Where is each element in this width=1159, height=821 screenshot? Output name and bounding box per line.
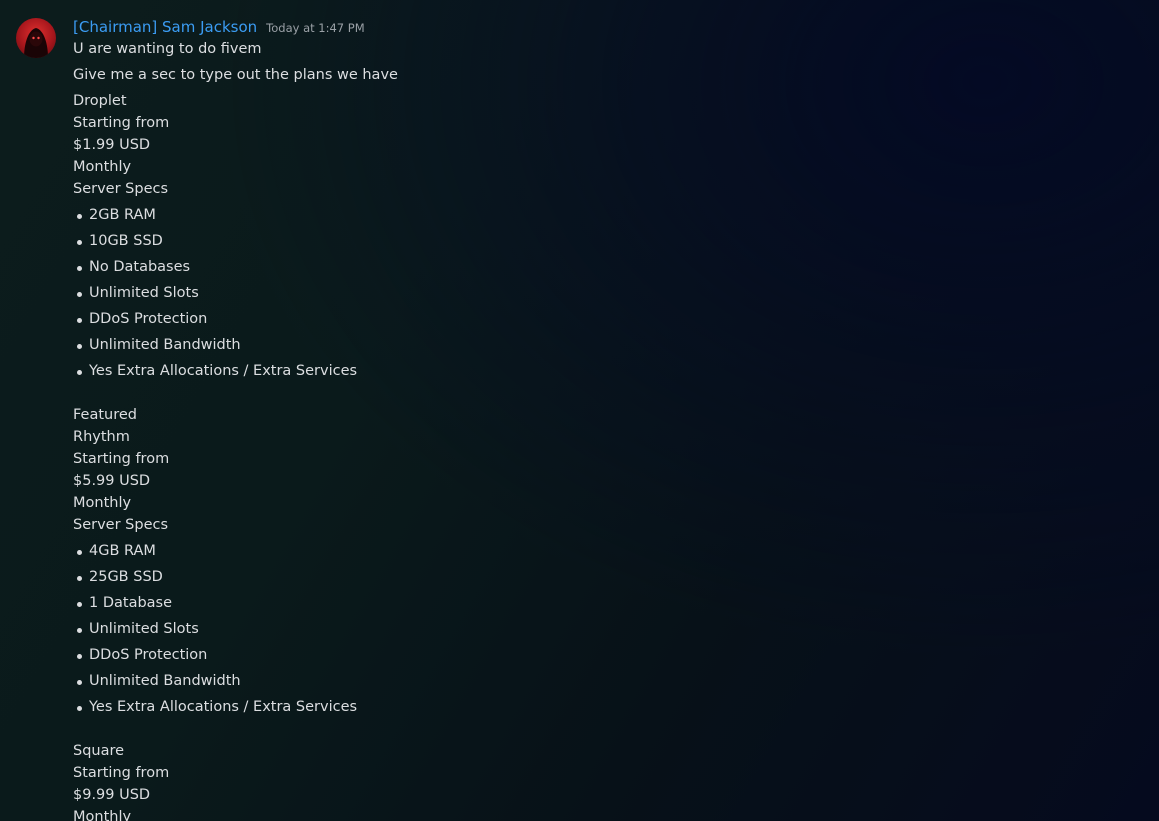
spec-item: 1 Database: [77, 592, 1159, 614]
plan-price: $5.99 USD: [73, 473, 151, 489]
plan-square: Square Starting from $9.99 USD Monthly: [73, 740, 1159, 821]
plan-specs-label: Server Specs: [73, 517, 169, 533]
username[interactable]: [Chairman] Sam Jackson: [73, 16, 257, 38]
plan-droplet: Droplet Starting from $1.99 USD Monthly …: [73, 90, 1159, 382]
timestamp[interactable]: Today at 1:47 PM: [266, 17, 364, 39]
plan-featured-label: Featured: [73, 407, 137, 423]
chat-message: [Chairman] Sam Jackson Today at 1:47 PM …: [0, 0, 1159, 821]
message-header: [Chairman] Sam Jackson Today at 1:47 PM: [73, 16, 1159, 38]
spec-item: Yes Extra Allocations / Extra Services: [77, 360, 1159, 382]
message-line: U are wanting to do fivem: [73, 41, 262, 57]
spec-item: 10GB SSD: [77, 230, 1159, 252]
plan-name: Rhythm: [73, 429, 130, 445]
message-line: Give me a sec to type out the plans we h…: [73, 67, 398, 83]
spec-item: Unlimited Bandwidth: [77, 334, 1159, 356]
hooded-figure-avatar-icon: [24, 28, 48, 58]
spec-item: Unlimited Bandwidth: [77, 670, 1159, 692]
spec-item: No Databases: [77, 256, 1159, 278]
plan-name: Droplet: [73, 93, 127, 109]
plan-specs-list: 4GB RAM 25GB SSD 1 Database Unlimited Sl…: [73, 540, 1159, 718]
plan-period: Monthly: [73, 809, 132, 821]
plan-starting-label: Starting from: [73, 765, 170, 781]
plan-period: Monthly: [73, 495, 132, 511]
plan-starting-label: Starting from: [73, 451, 170, 467]
spec-item: DDoS Protection: [77, 308, 1159, 330]
spec-item: 4GB RAM: [77, 540, 1159, 562]
spec-item: 2GB RAM: [77, 204, 1159, 226]
plan-period: Monthly: [73, 159, 132, 175]
plan-specs-label: Server Specs: [73, 181, 169, 197]
spec-item: 25GB SSD: [77, 566, 1159, 588]
spec-item: Unlimited Slots: [77, 282, 1159, 304]
plan-price: $1.99 USD: [73, 137, 151, 153]
plan-price: $9.99 USD: [73, 787, 151, 803]
spec-item: Yes Extra Allocations / Extra Services: [77, 696, 1159, 718]
plan-starting-label: Starting from: [73, 115, 170, 131]
plan-rhythm: Featured Rhythm Starting from $5.99 USD …: [73, 404, 1159, 718]
spec-item: DDoS Protection: [77, 644, 1159, 666]
plan-specs-list: 2GB RAM 10GB SSD No Databases Unlimited …: [73, 204, 1159, 382]
plan-name: Square: [73, 743, 125, 759]
user-avatar[interactable]: [16, 18, 56, 58]
spec-item: Unlimited Slots: [77, 618, 1159, 640]
